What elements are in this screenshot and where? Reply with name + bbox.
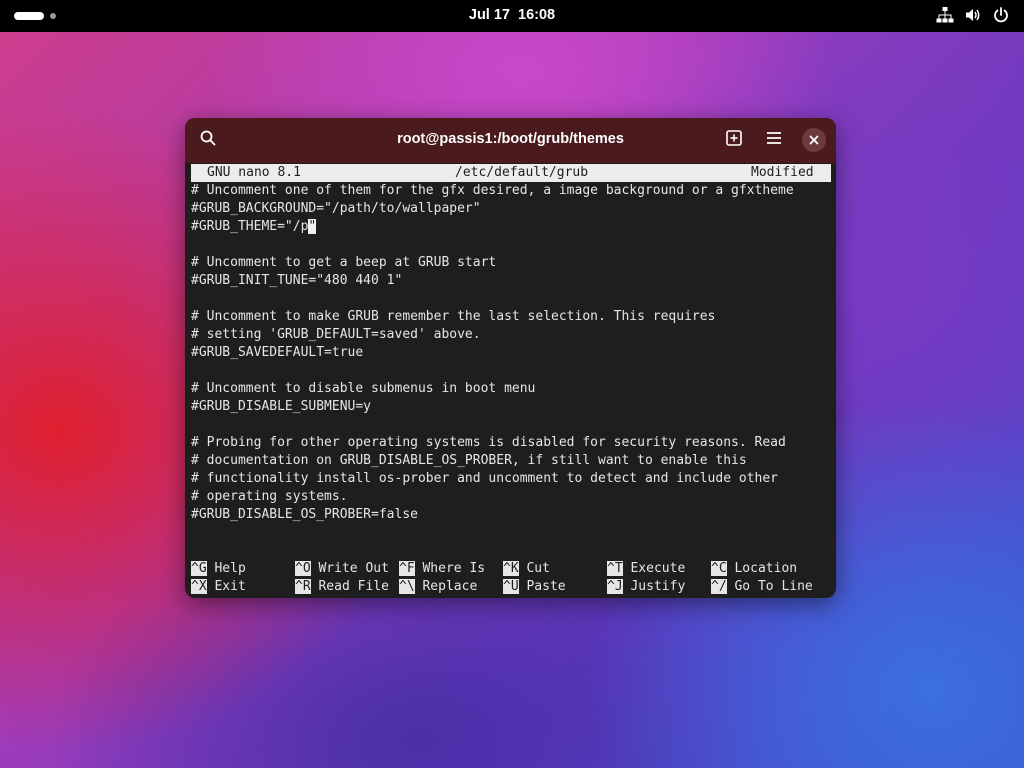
new-tab-icon [725,129,743,151]
shortcut-label: Cut [526,561,550,576]
shortcut-label: Replace [422,579,478,594]
clock-time: 16:08 [518,7,556,23]
shortcut-cut[interactable]: ^K Cut [503,560,550,578]
text-cursor: " [308,219,317,234]
shortcut-key: ^X [191,579,207,594]
editor-line[interactable]: #GRUB_DISABLE_OS_PROBER=false [191,506,418,524]
system-tray[interactable] [936,6,1010,24]
editor-line[interactable]: # Probing for other operating systems is… [191,434,786,452]
close-button[interactable] [799,125,829,155]
shortcut-key: ^/ [711,579,727,594]
shortcut-paste[interactable]: ^U Paste [503,578,566,596]
shortcut-key: ^K [503,561,519,576]
shortcut-execute[interactable]: ^T Execute [607,560,685,578]
shortcut-label: Write Out [318,561,389,576]
window-headerbar[interactable]: root@passis1:/boot/grub/themes [185,118,836,163]
shortcut-help[interactable]: ^G Help [191,560,246,578]
nano-title-bar: GNU nano 8.1 /etc/default/grub Modified [191,164,831,182]
shortcut-label: Paste [526,579,566,594]
shortcut-label: Location [734,561,798,576]
editor-line-cursor[interactable]: #GRUB_THEME="/p" [191,218,317,236]
volume-icon[interactable] [964,6,982,24]
shortcut-label: Justify [630,579,686,594]
shortcut-justify[interactable]: ^J Justify [607,578,685,596]
editor-line[interactable]: #GRUB_DISABLE_SUBMENU=y [191,398,371,416]
shortcut-write-out[interactable]: ^O Write Out [295,560,389,578]
shortcut-label: Read File [318,579,389,594]
nano-status: Modified [751,165,814,180]
power-icon[interactable] [992,6,1010,24]
editor-line[interactable]: # Uncomment one of them for the gfx desi… [191,182,794,200]
editor-line-text: #GRUB_THEME="/p [191,219,309,234]
shortcut-exit[interactable]: ^X Exit [191,578,246,596]
close-icon [802,128,826,152]
editor-line[interactable]: # Uncomment to make GRUB remember the la… [191,308,715,326]
network-icon[interactable] [936,6,954,24]
shortcut-label: Exit [214,579,246,594]
editor-line[interactable]: #GRUB_SAVEDEFAULT=true [191,344,363,362]
editor-line[interactable]: #GRUB_BACKGROUND="/path/to/wallpaper" [191,200,481,218]
terminal-window: root@passis1:/boot/grub/themes GNU nano … [185,118,836,598]
shortcut-key: ^\ [399,579,415,594]
shortcut-replace[interactable]: ^\ Replace [399,578,477,596]
shortcut-key: ^U [503,579,519,594]
shortcut-read-file[interactable]: ^R Read File [295,578,389,596]
nano-filename: /etc/default/grub [455,165,589,180]
shortcut-label: Execute [630,561,686,576]
editor-line[interactable]: # Uncomment to disable submenus in boot … [191,380,535,398]
editor-line[interactable]: #GRUB_INIT_TUNE="480 440 1" [191,272,402,290]
shortcut-label: Help [214,561,246,576]
editor-line[interactable]: # documentation on GRUB_DISABLE_OS_PROBE… [191,452,747,470]
top-bar: Jul 17 16:08 [0,0,1024,32]
shortcut-location[interactable]: ^C Location [711,560,797,578]
shortcut-key: ^O [295,561,311,576]
nano-version: GNU nano 8.1 [207,165,301,180]
editor-line[interactable]: # Uncomment to get a beep at GRUB start [191,254,496,272]
shortcut-key: ^T [607,561,623,576]
shortcut-label: Go To Line [734,579,813,594]
shortcut-go-to-line[interactable]: ^/ Go To Line [711,578,813,596]
shortcut-where-is[interactable]: ^F Where Is [399,560,485,578]
shortcut-key: ^C [711,561,727,576]
menu-icon [765,129,783,151]
menu-button[interactable] [759,125,789,155]
editor-line[interactable]: # setting 'GRUB_DEFAULT=saved' above. [191,326,481,344]
terminal-area[interactable]: GNU nano 8.1 /etc/default/grub Modified … [191,164,831,594]
shortcut-label: Where Is [422,561,486,576]
clock[interactable]: Jul 17 16:08 [0,7,1024,23]
clock-date: Jul 17 [468,7,510,23]
shortcut-key: ^R [295,579,311,594]
editor-line[interactable]: # functionality install os-prober and un… [191,470,778,488]
new-tab-button[interactable] [719,125,749,155]
editor-line[interactable]: # operating systems. [191,488,348,506]
shortcut-key: ^G [191,561,207,576]
shortcut-key: ^F [399,561,415,576]
shortcut-key: ^J [607,579,623,594]
